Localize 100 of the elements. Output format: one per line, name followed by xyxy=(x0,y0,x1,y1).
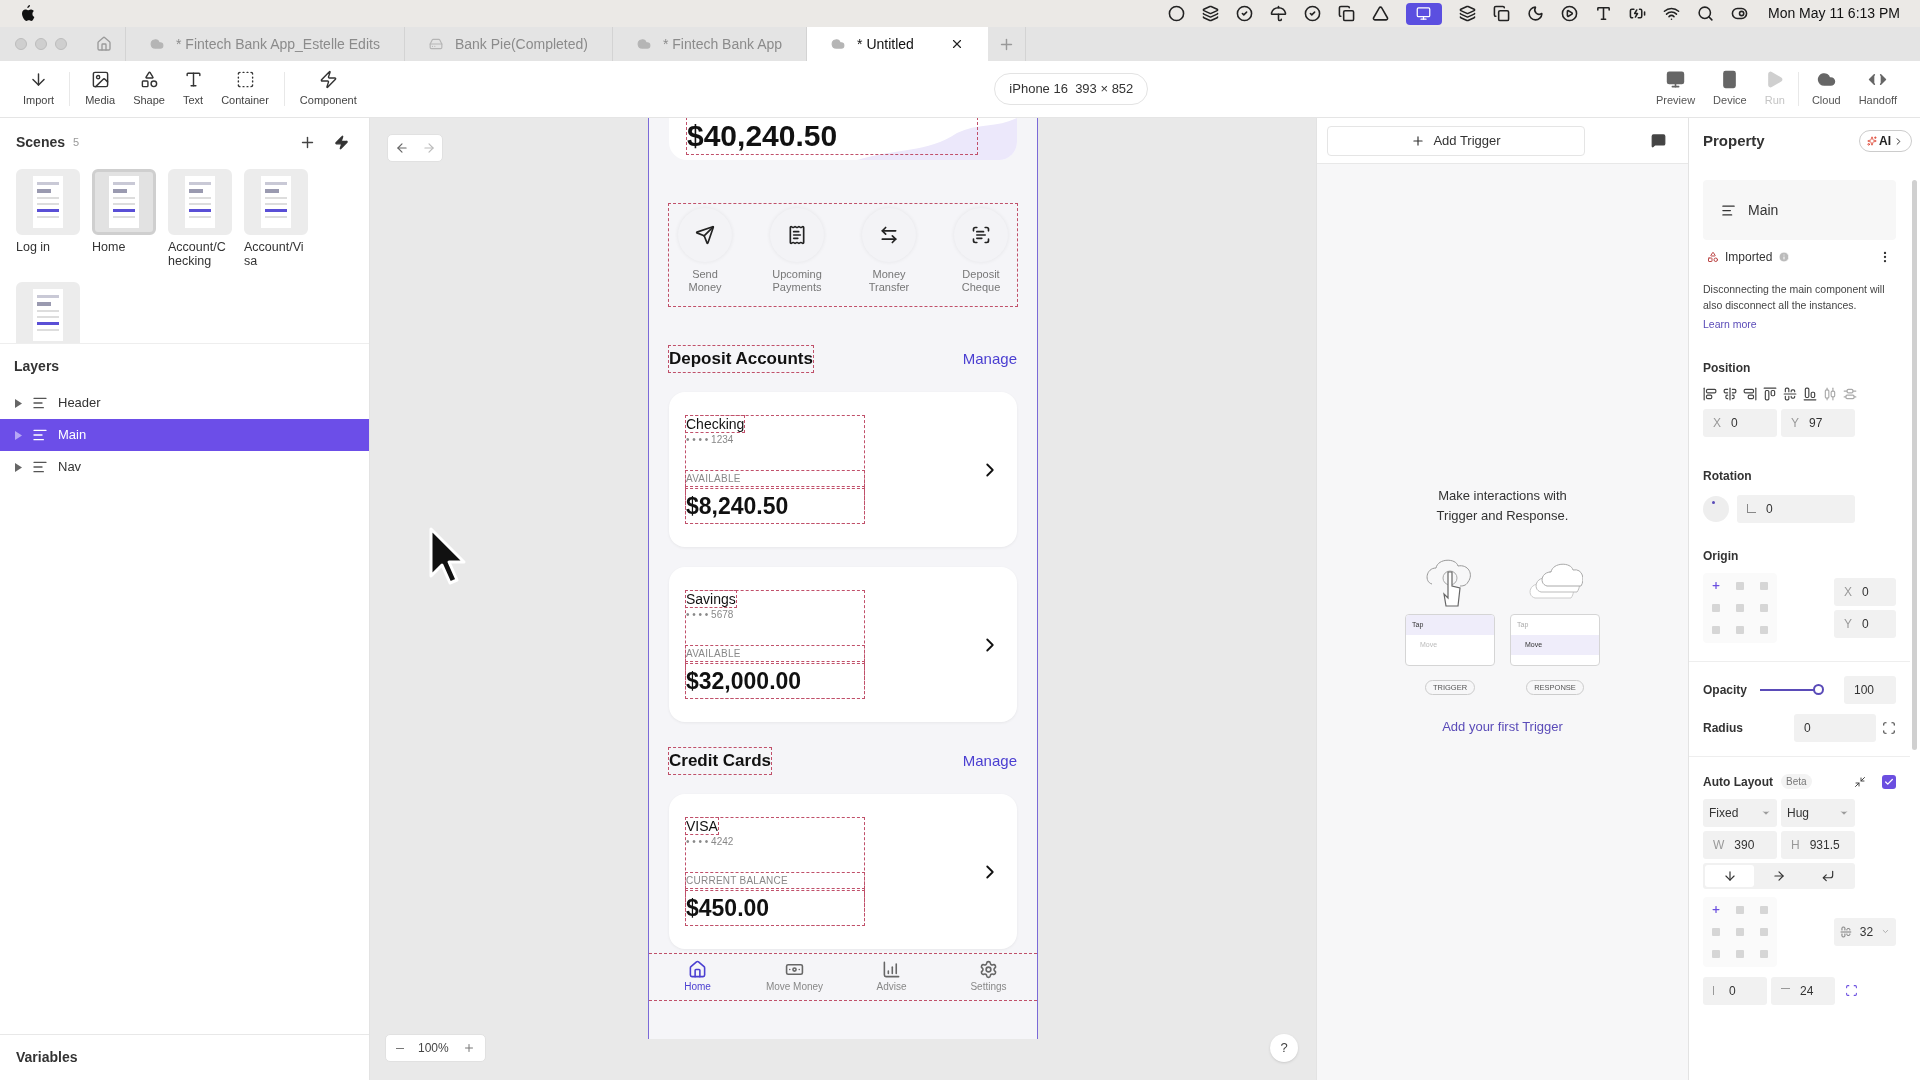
scene-name[interactable]: Account/Checking xyxy=(168,240,232,268)
scene-name[interactable]: Account/Visa xyxy=(244,240,308,268)
status-icon[interactable] xyxy=(1594,5,1612,22)
number-field[interactable]: X 0 xyxy=(1834,577,1896,606)
number-field[interactable]: 24 xyxy=(1771,976,1835,1005)
tool-button[interactable]: Shape xyxy=(124,69,174,109)
transfer-icon xyxy=(879,225,899,245)
number-field[interactable]: Y 0 xyxy=(1834,609,1896,638)
tool-button[interactable]: Component xyxy=(290,69,366,109)
number-field[interactable]: 0 xyxy=(1737,494,1855,523)
status-icon[interactable] xyxy=(1628,5,1646,22)
manage-link[interactable]: Manage xyxy=(962,749,1017,773)
action-button[interactable]: Device xyxy=(1704,69,1756,109)
status-icon[interactable] xyxy=(1560,5,1578,22)
align-icon[interactable] xyxy=(1783,386,1797,401)
quick-action-label[interactable]: Money Transfer xyxy=(860,268,918,294)
anchor-point[interactable] xyxy=(1711,904,1721,915)
layer-row[interactable]: Header xyxy=(0,387,369,419)
status-icon[interactable] xyxy=(1662,5,1680,22)
learn-more-link[interactable]: Learn more xyxy=(1703,317,1896,333)
clock[interactable]: Mon May 11 6:13 PM xyxy=(1767,3,1900,24)
status-icon[interactable] xyxy=(1371,5,1389,22)
expand-triangle-icon[interactable] xyxy=(15,462,22,472)
direction-button[interactable] xyxy=(1705,864,1755,887)
scene-name[interactable]: Home xyxy=(92,240,156,254)
status-icon[interactable] xyxy=(1730,5,1748,22)
scrollbar[interactable] xyxy=(1912,180,1917,750)
lightning-icon[interactable] xyxy=(334,135,349,150)
status-icon[interactable] xyxy=(1303,5,1321,22)
zoom-value[interactable]: 100% xyxy=(418,1039,449,1057)
tool-button[interactable]: Media xyxy=(76,69,125,109)
align-icon[interactable] xyxy=(1763,386,1777,401)
component-card[interactable]: Main xyxy=(1703,180,1896,240)
align-icon[interactable] xyxy=(1703,386,1717,401)
align-icon[interactable] xyxy=(1743,386,1757,401)
quick-action-button[interactable] xyxy=(954,208,1008,262)
status-icon[interactable] xyxy=(1201,5,1219,22)
action-button[interactable]: Preview xyxy=(1647,69,1705,109)
layer-row[interactable]: Nav xyxy=(0,451,369,483)
comment-icon[interactable] xyxy=(1651,133,1666,148)
screen-share-icon[interactable] xyxy=(1405,2,1442,25)
number-field[interactable]: Y 97 xyxy=(1781,408,1855,437)
quick-action-button[interactable] xyxy=(678,208,732,262)
number-field[interactable]: H 931.5 xyxy=(1781,830,1855,859)
collapse-icon[interactable] xyxy=(1854,775,1866,788)
anchor-point[interactable] xyxy=(1711,580,1721,591)
status-icon[interactable] xyxy=(1458,5,1476,22)
gap-field[interactable]: 32 xyxy=(1834,917,1896,946)
scene-thumbnail[interactable] xyxy=(92,169,156,235)
tool-button[interactable]: Import xyxy=(14,69,64,109)
tool-button[interactable]: Container xyxy=(212,69,278,109)
expand-triangle-icon[interactable] xyxy=(15,398,22,408)
auto-layout-checkbox[interactable] xyxy=(1882,774,1896,789)
number-field[interactable]: W 390 xyxy=(1703,830,1777,859)
quick-action-label[interactable]: Deposit Cheque xyxy=(952,268,1010,294)
align-icon[interactable] xyxy=(1723,386,1737,401)
quick-action-label[interactable]: Upcoming Payments xyxy=(768,268,826,294)
status-icon[interactable] xyxy=(1337,5,1355,22)
source-label: Imported xyxy=(1725,249,1773,266)
home-icon xyxy=(688,960,707,979)
corners-icon[interactable] xyxy=(1882,720,1896,735)
nav-tab[interactable]: Home xyxy=(649,954,746,1000)
quick-action-label[interactable]: Send Money xyxy=(676,268,734,294)
number-field[interactable]: 0 xyxy=(1794,713,1876,742)
layer-row[interactable]: Main xyxy=(0,419,369,451)
add-scene-icon[interactable] xyxy=(299,134,316,151)
zoom-in-icon[interactable] xyxy=(462,1042,475,1054)
number-field[interactable]: X 0 xyxy=(1703,408,1777,437)
expand-triangle-icon[interactable] xyxy=(15,430,22,440)
action-button[interactable]: Cloud xyxy=(1802,69,1850,109)
padding-mode-icon[interactable] xyxy=(1845,984,1858,998)
section-title: Origin xyxy=(1703,548,1739,563)
logo-icon[interactable] xyxy=(20,5,35,22)
align-icon[interactable] xyxy=(1803,386,1817,401)
height-mode-dropdown[interactable]: Hug xyxy=(1781,798,1855,827)
document-tab[interactable]: * Untitled xyxy=(807,27,988,61)
account-number: • • • • 1234 xyxy=(686,432,734,447)
width-mode-dropdown[interactable]: Fixed xyxy=(1703,798,1777,827)
status-icon[interactable] xyxy=(1492,5,1510,22)
status-icon[interactable] xyxy=(1696,5,1714,22)
add-trigger-link[interactable]: Add your first Trigger xyxy=(1442,717,1563,737)
account-card[interactable]: Checking • • • • 1234 AVAILABLE $8,240.50 xyxy=(669,392,1017,547)
quick-action-button[interactable] xyxy=(862,208,916,262)
scene-name[interactable]: Log in xyxy=(16,240,80,254)
quick-action-button[interactable] xyxy=(770,208,824,262)
cloud-icon xyxy=(150,37,164,51)
status-icon[interactable] xyxy=(1269,5,1287,22)
manage-link[interactable]: Manage xyxy=(962,347,1017,371)
run-icon xyxy=(1765,69,1785,89)
status-icon[interactable] xyxy=(1167,5,1185,22)
status-icon[interactable] xyxy=(1526,5,1544,22)
status-icon[interactable] xyxy=(1235,5,1253,22)
number-field[interactable]: 100 xyxy=(1844,675,1896,704)
account-card[interactable]: Savings • • • • 5678 AVAILABLE $32,000.00 xyxy=(669,567,1017,722)
add-trigger-button[interactable]: Add Trigger xyxy=(1327,125,1585,156)
opacity-slider[interactable] xyxy=(1759,682,1825,697)
account-card[interactable]: VISA • • • • 4242 CURRENT BALANCE $450.00 xyxy=(669,794,1017,949)
action-button[interactable]: Handoff xyxy=(1849,69,1906,109)
number-field[interactable]: 0 xyxy=(1703,976,1767,1005)
tool-button[interactable]: Text xyxy=(173,69,213,109)
